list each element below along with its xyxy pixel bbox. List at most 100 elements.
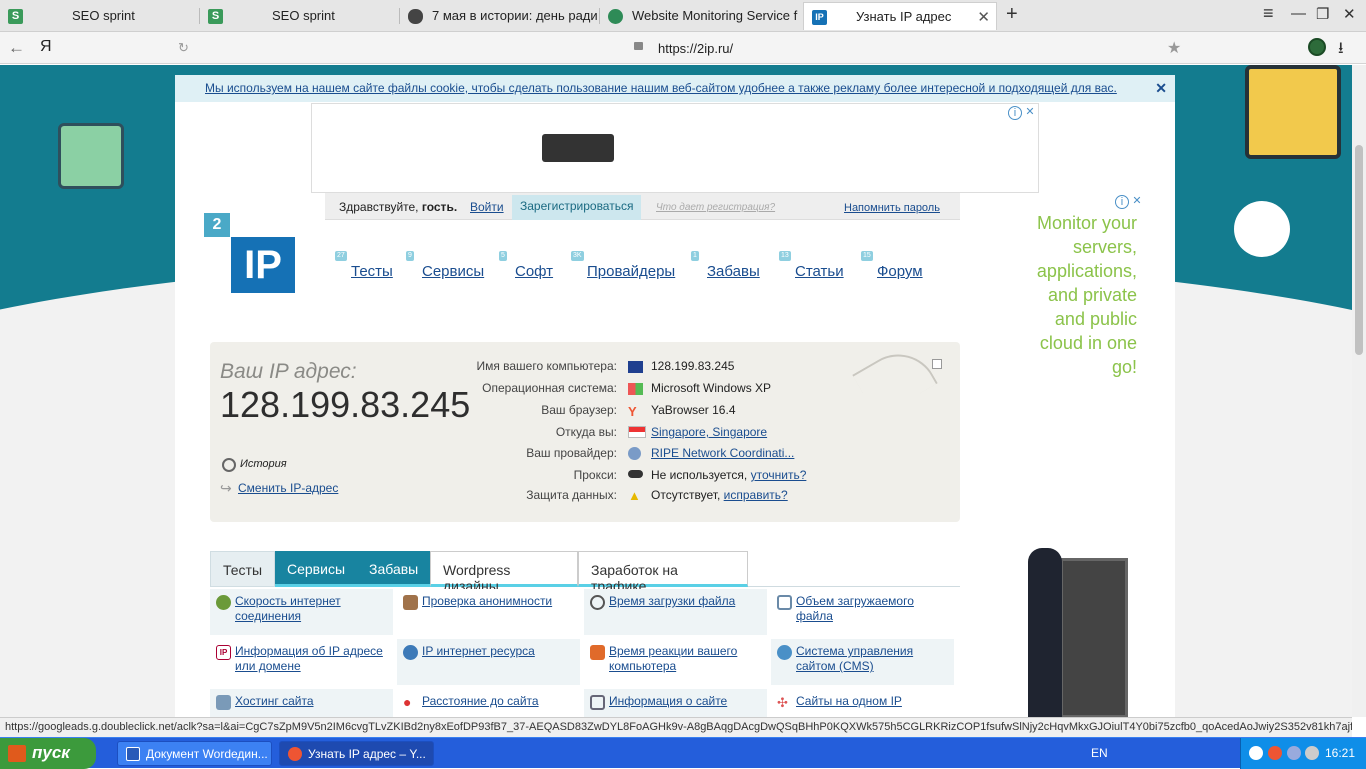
restore-icon[interactable]: ❐ xyxy=(1316,5,1329,23)
reload-icon[interactable]: ↻ xyxy=(178,40,189,56)
mouse-icon xyxy=(408,9,423,24)
glasses-icon xyxy=(628,470,643,478)
tab-services[interactable]: Сервисы xyxy=(275,551,357,587)
service-link[interactable]: Хостинг сайта xyxy=(235,694,314,708)
ad-close-icon[interactable]: ✕ xyxy=(1130,195,1144,209)
protection-fix-link[interactable]: исправить? xyxy=(724,488,788,502)
tab-title: Website Monitoring Service f xyxy=(632,8,798,23)
register-button[interactable]: Зарегистрироваться xyxy=(512,195,642,220)
back-arrow-icon[interactable]: ← xyxy=(8,38,25,58)
ip-resource-icon xyxy=(403,645,418,660)
nav-count: 3K xyxy=(571,251,584,261)
taskbar-item-browser[interactable]: Узнать IP адрес – Y... xyxy=(279,741,434,766)
close-tab-icon[interactable]: ✕ xyxy=(977,8,990,26)
protect-globe-icon[interactable] xyxy=(1308,38,1326,56)
location-link[interactable]: Singapore, Singapore xyxy=(651,425,767,439)
network-tray-icon[interactable] xyxy=(1287,746,1301,760)
service-link[interactable]: Расстояние до сайта xyxy=(422,694,539,708)
windows-taskbar: пуск Документ Wordедин... Узнать IP адре… xyxy=(0,737,1366,769)
nav-count: 13 xyxy=(779,251,791,261)
remind-password-link[interactable]: Напомнить пароль xyxy=(844,202,940,214)
service-link[interactable]: IP интернет ресурса xyxy=(422,644,535,658)
menu-icon[interactable]: ≡ xyxy=(1263,3,1274,24)
service-link[interactable]: Информация об IP адресе или домене xyxy=(235,644,383,673)
detail-label-os: Операционная система: xyxy=(482,381,617,395)
protection-status: Отсутствует, xyxy=(651,488,721,502)
service-link[interactable]: Время загрузки файла xyxy=(609,594,735,608)
top-banner-ad[interactable]: i ✕ xyxy=(311,103,1039,193)
service-link[interactable]: Система управления сайтом (CMS) xyxy=(796,644,913,673)
site-logo[interactable]: 2 IP xyxy=(204,213,296,295)
tray-arrow-icon[interactable] xyxy=(1249,746,1263,760)
browser-tab-3[interactable]: 7 мая в истории: день ради xyxy=(400,2,598,30)
nav-soft[interactable]: 5 Софт xyxy=(499,251,554,280)
nav-articles[interactable]: 13 Статьи xyxy=(779,251,844,280)
close-icon[interactable]: ✕ xyxy=(1155,80,1167,97)
service-link[interactable]: Проверка анонимности xyxy=(422,594,552,608)
scrollbar-thumb[interactable] xyxy=(1355,145,1363,355)
new-tab-button[interactable]: + xyxy=(1006,3,1018,26)
service-cell: Система управления сайтом (CMS) xyxy=(771,639,954,685)
nav-count: 27 xyxy=(335,251,347,261)
side-banner-ad[interactable]: i ✕ Monitor your servers, applications, … xyxy=(1026,193,1145,717)
close-window-icon[interactable]: ✕ xyxy=(1343,5,1356,23)
page-scrollbar[interactable] xyxy=(1352,65,1366,717)
ad-text: Monitor your servers, applications, and … xyxy=(1036,213,1137,377)
yandex-tray-icon[interactable] xyxy=(1268,746,1282,760)
url-field[interactable]: https://2ip.ru/ xyxy=(658,41,733,56)
yandex-logo[interactable]: Я xyxy=(40,38,52,56)
detail-value-protection: Отсутствует, исправить? xyxy=(651,488,788,502)
ad-info-icon[interactable]: i xyxy=(1115,195,1129,209)
nav-providers[interactable]: 3K Провайдеры xyxy=(571,251,675,280)
anonymity-icon xyxy=(403,595,418,610)
start-button[interactable]: пуск xyxy=(0,738,96,769)
service-link[interactable]: Скорость интернет соединения xyxy=(235,594,341,623)
nav-services[interactable]: 9 Сервисы xyxy=(406,251,484,280)
options-checkbox[interactable] xyxy=(932,359,942,369)
nav-forum[interactable]: 15 Форум xyxy=(861,251,923,280)
nav-count: 15 xyxy=(861,251,873,261)
language-indicator[interactable]: EN xyxy=(1091,746,1108,760)
provider-link[interactable]: RIPE Network Coordinati... xyxy=(651,446,794,460)
nav-label: Тесты xyxy=(351,263,393,280)
service-link[interactable]: Сайты на одном IP xyxy=(796,694,902,708)
logo-text: IP xyxy=(231,237,295,293)
service-link[interactable]: Информация о сайте xyxy=(609,694,727,708)
detail-value-os: Microsoft Windows XP xyxy=(651,381,772,395)
taskbar-item-word[interactable]: Документ Wordедин... xyxy=(117,741,272,766)
detail-label-provider: Ваш провайдер: xyxy=(526,446,617,460)
nav-count: 1 xyxy=(691,251,699,261)
nav-label: Софт xyxy=(515,263,554,280)
ad-close-icon[interactable]: ✕ xyxy=(1023,106,1037,120)
monitor-icon xyxy=(608,9,623,24)
greeting-text: Здравствуйте, xyxy=(339,200,419,214)
service-cell: Объем загружаемого файла xyxy=(771,589,954,635)
browser-tab-1[interactable]: S SEO sprint xyxy=(0,2,198,30)
browser-tab-4[interactable]: Website Monitoring Service f xyxy=(600,2,798,30)
tab-tests[interactable]: Тесты xyxy=(210,551,275,587)
detail-value-proxy: Не используется, уточнить? xyxy=(651,468,806,482)
file-size-icon xyxy=(777,595,792,610)
cookie-notice-link[interactable]: Мы используем на нашем сайте файлы cooki… xyxy=(205,81,1117,95)
volume-icon[interactable] xyxy=(1305,746,1319,760)
nav-tests[interactable]: 27 Тесты xyxy=(335,251,393,280)
service-link[interactable]: Объем загружаемого файла xyxy=(796,594,914,623)
tab-wordpress[interactable]: Wordpress дизайны xyxy=(430,551,578,594)
proxy-clarify-link[interactable]: уточнить? xyxy=(751,468,807,482)
minimize-icon[interactable]: — xyxy=(1291,5,1306,22)
decorative-arrow xyxy=(852,339,938,419)
nav-fun[interactable]: 1 Забавы xyxy=(691,251,760,280)
tab-fun[interactable]: Забавы xyxy=(357,551,430,587)
bookmark-star-icon[interactable]: ★ xyxy=(1167,38,1181,58)
lock-icon[interactable] xyxy=(634,42,643,50)
greeting-user: гость. xyxy=(421,200,458,214)
browser-tab-2[interactable]: S SEO sprint xyxy=(200,2,398,30)
browser-tab-5-active[interactable]: IP Узнать IP адрес ✕ xyxy=(803,2,997,30)
ad-info-icon[interactable]: i xyxy=(1008,106,1022,120)
login-link[interactable]: Войти xyxy=(470,200,504,214)
nav-label: Статьи xyxy=(795,263,844,280)
service-link[interactable]: Время реакции вашего компьютера xyxy=(609,644,737,673)
download-icon[interactable]: ⭳ xyxy=(1338,37,1344,64)
tab-traffic-earnings[interactable]: Заработок на трафике xyxy=(578,551,748,594)
what-registration-link[interactable]: Что дает регистрация? xyxy=(656,202,775,213)
